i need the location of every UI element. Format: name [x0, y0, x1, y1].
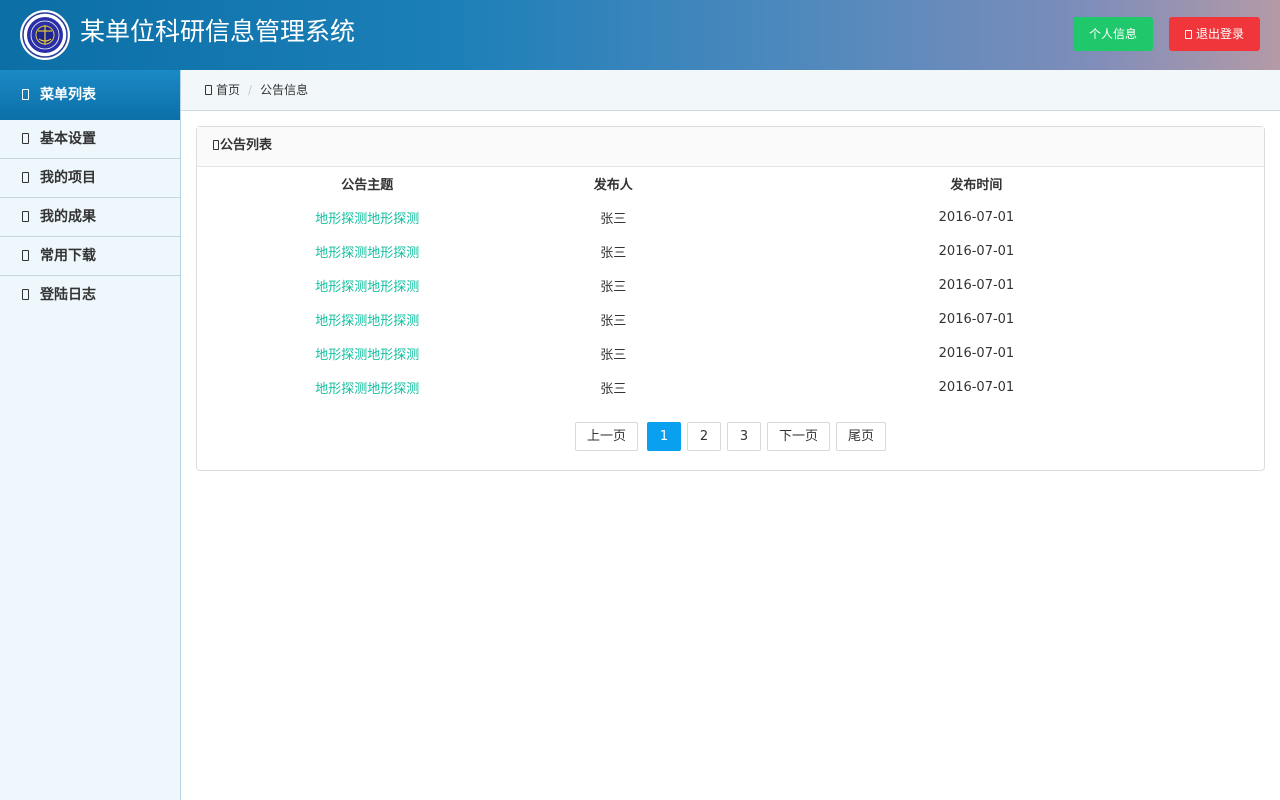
sidebar-item-label: 我的项目 — [40, 170, 96, 186]
publisher-cell: 张三 — [600, 381, 627, 397]
sidebar-item-achievements[interactable]: 我的成果 — [0, 198, 180, 237]
subject-cell: 地形探测地形探测 — [197, 200, 538, 234]
sidebar-item-login-log[interactable]: 登陆日志 — [0, 276, 180, 315]
subject-cell: 地形探测地形探测 — [197, 268, 538, 302]
subject-cell: 地形探测地形探测 — [197, 234, 538, 268]
publisher-cell: 张三 — [600, 211, 627, 227]
table-row: 地形探测地形探测 张三 2016-07-01 — [197, 302, 1264, 336]
subject-cell: 地形探测地形探测 — [197, 336, 538, 370]
profile-button[interactable]: 个人信息 — [1073, 17, 1153, 51]
breadcrumb: 首页 / 公告信息 — [181, 70, 1280, 111]
settings-icon — [22, 133, 29, 144]
notice-subject-link[interactable]: 地形探测地形探测 — [315, 382, 419, 397]
menu-list-icon — [22, 89, 29, 100]
time-cell: 2016-07-01 — [938, 379, 1015, 395]
time-cell: 2016-07-01 — [938, 277, 1015, 293]
table-header-row: 公告主题 发布人 发布时间 — [197, 167, 1264, 200]
table-row: 地形探测地形探测 张三 2016-07-01 — [197, 336, 1264, 370]
last-page-button[interactable]: 尾页 — [836, 422, 887, 451]
list-icon — [213, 140, 219, 150]
menu-header: 菜单列表 — [0, 70, 180, 120]
subject-cell: 地形探测地形探测 — [197, 370, 538, 404]
notice-subject-link[interactable]: 地形探测地形探测 — [315, 280, 419, 295]
log-icon — [22, 289, 29, 300]
publisher-cell: 张三 — [600, 313, 627, 329]
notice-panel: 公告列表 公告主题 发布人 发布时间 地形探测地形探测 张三 2016-07-0… — [196, 126, 1265, 471]
column-header-time: 发布时间 — [950, 178, 1003, 193]
home-icon — [205, 85, 212, 95]
logout-icon — [1184, 30, 1192, 39]
logout-label: 退出登录 — [1195, 27, 1244, 41]
table-row: 地形探测地形探测 张三 2016-07-01 — [197, 370, 1264, 404]
sidebar-item-downloads[interactable]: 常用下载 — [0, 237, 180, 276]
notice-subject-link[interactable]: 地形探测地形探测 — [315, 212, 419, 227]
app-title: 某单位科研信息管理系统 — [80, 17, 356, 46]
breadcrumb-separator: / — [248, 83, 253, 97]
notice-subject-link[interactable]: 地形探测地形探测 — [315, 246, 419, 261]
menu-header-label: 菜单列表 — [40, 87, 96, 103]
notice-table: 公告主题 发布人 发布时间 地形探测地形探测 张三 2016-07-01 地形探… — [197, 167, 1264, 404]
column-header-subject: 公告主题 — [341, 178, 394, 193]
next-page-button[interactable]: 下一页 — [766, 422, 830, 451]
seal-icon — [22, 12, 68, 58]
pagination: 上一页 1 2 3 下一页 尾页 — [197, 422, 1264, 451]
sidebar-item-projects[interactable]: 我的项目 — [0, 159, 180, 198]
project-icon — [22, 172, 29, 183]
time-cell: 2016-07-01 — [938, 345, 1015, 361]
logout-button[interactable]: 退出登录 — [1169, 17, 1260, 51]
column-header-publisher: 发布人 — [593, 178, 633, 193]
prev-page-button[interactable]: 上一页 — [574, 422, 638, 451]
table-row: 地形探测地形探测 张三 2016-07-01 — [197, 234, 1264, 268]
breadcrumb-home[interactable]: 首页 — [216, 83, 240, 97]
breadcrumb-current: 公告信息 — [260, 83, 309, 97]
institution-logo — [20, 10, 70, 60]
achievement-icon — [22, 211, 29, 222]
sidebar-item-label: 常用下载 — [40, 248, 96, 264]
time-cell: 2016-07-01 — [938, 311, 1015, 327]
sidebar-item-label: 我的成果 — [40, 209, 96, 225]
page-2-button[interactable]: 2 — [686, 422, 721, 451]
subject-cell: 地形探测地形探测 — [197, 302, 538, 336]
time-cell: 2016-07-01 — [938, 209, 1015, 225]
time-cell: 2016-07-01 — [938, 243, 1015, 259]
notice-subject-link[interactable]: 地形探测地形探测 — [315, 348, 419, 363]
publisher-cell: 张三 — [600, 347, 627, 363]
panel-title: 公告列表 — [220, 138, 273, 153]
sidebar-item-label: 基本设置 — [40, 131, 96, 147]
app-header: 某单位科研信息管理系统 个人信息 退出登录 — [0, 0, 1280, 70]
page-3-button[interactable]: 3 — [726, 422, 761, 451]
sidebar-item-settings[interactable]: 基本设置 — [0, 120, 180, 159]
publisher-cell: 张三 — [600, 279, 627, 295]
panel-heading: 公告列表 — [197, 127, 1264, 167]
table-row: 地形探测地形探测 张三 2016-07-01 — [197, 268, 1264, 302]
publisher-cell: 张三 — [600, 245, 627, 261]
sidebar: 菜单列表 基本设置 我的项目 我的成果 常用下载 登陆日志 — [0, 70, 181, 800]
notice-subject-link[interactable]: 地形探测地形探测 — [315, 314, 419, 329]
sidebar-item-label: 登陆日志 — [40, 287, 96, 303]
table-row: 地形探测地形探测 张三 2016-07-01 — [197, 200, 1264, 234]
page-1-button[interactable]: 1 — [646, 422, 681, 451]
download-icon — [22, 250, 29, 261]
